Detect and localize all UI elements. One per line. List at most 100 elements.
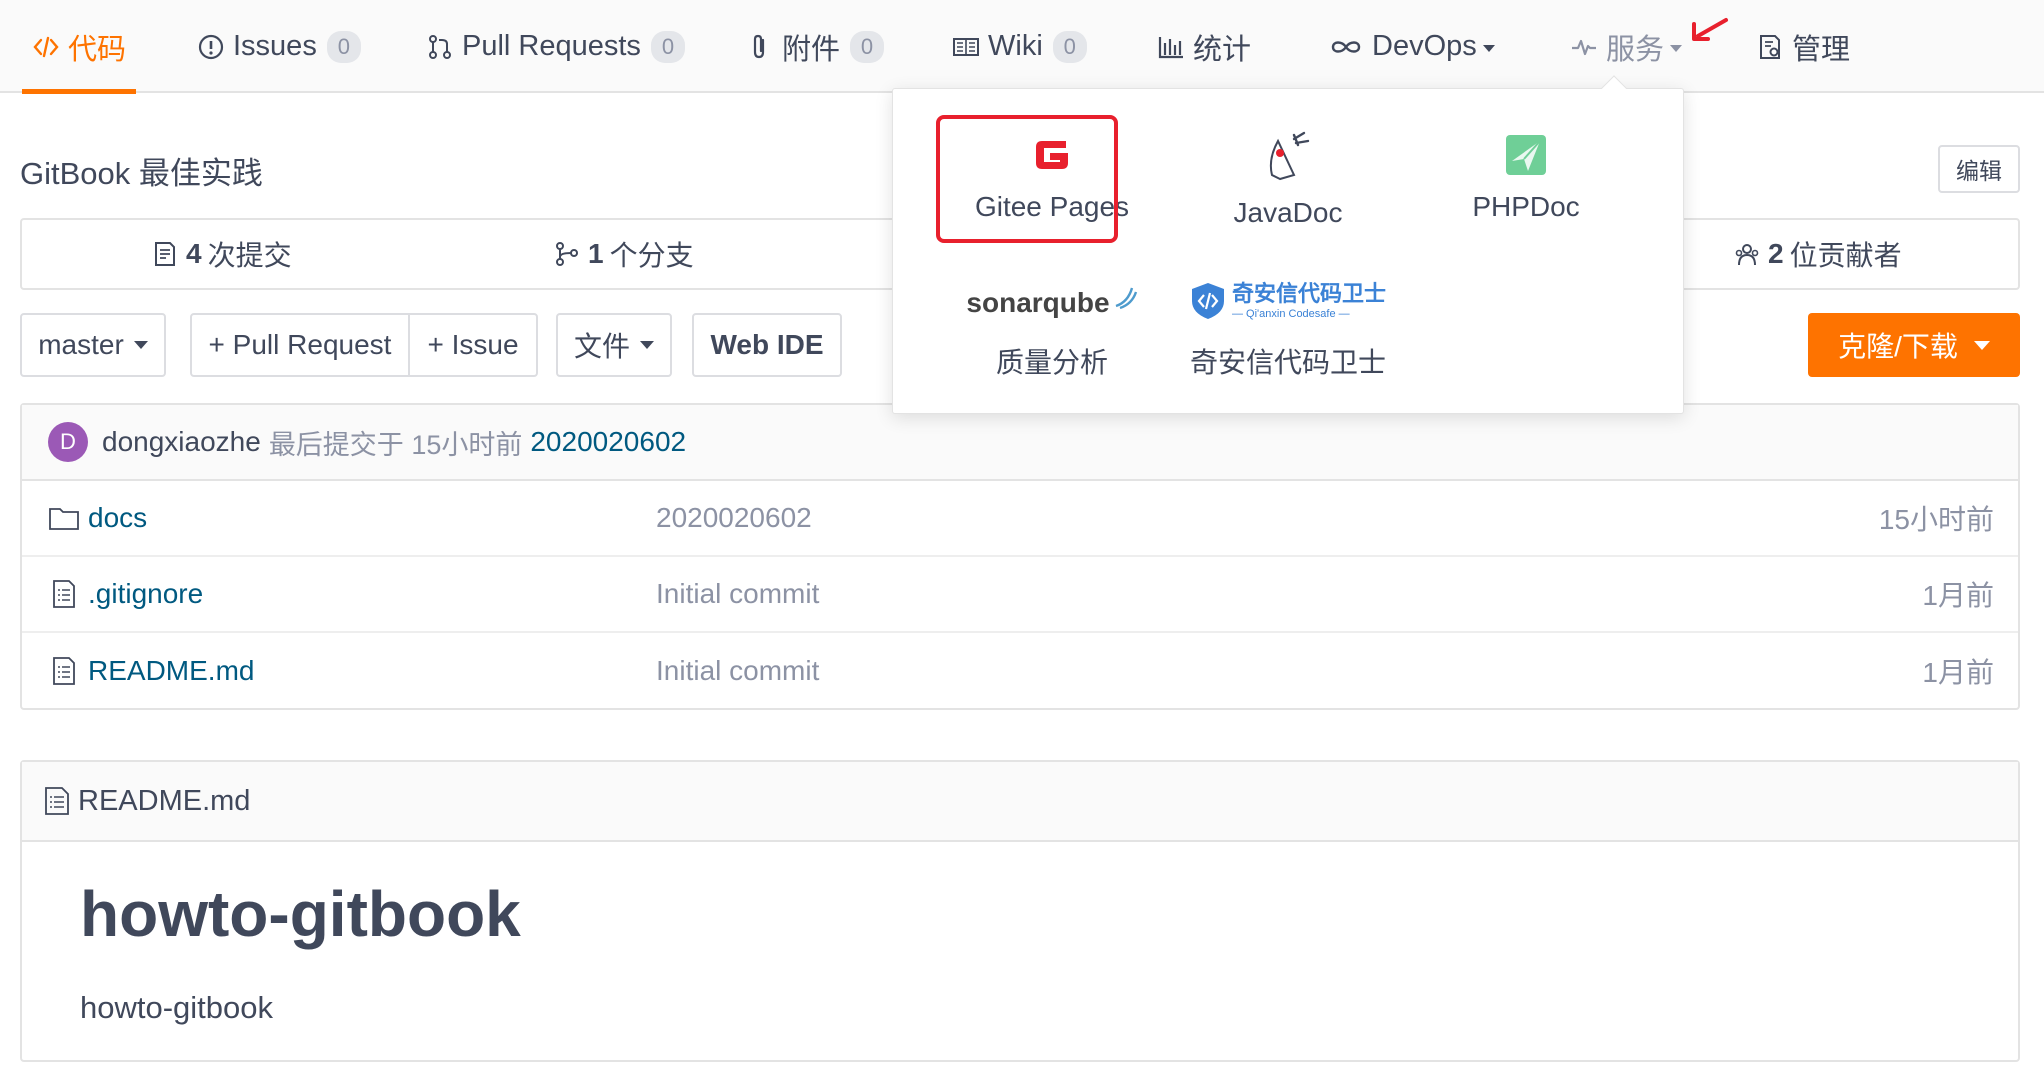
table-row[interactable]: .gitignore Initial commit 1月前 (22, 557, 2018, 633)
tab-services[interactable]: 服务 (1570, 0, 1683, 93)
tab-wiki[interactable]: Wiki 0 (952, 0, 1087, 93)
active-tab-underline (22, 89, 137, 94)
file-name-link[interactable]: README.md (88, 655, 254, 687)
file-menu-button[interactable]: 文件 (556, 313, 672, 377)
book-icon (953, 37, 979, 56)
branches-count: 1 (588, 238, 604, 269)
red-arrow-annotation (1692, 18, 1728, 41)
commits-stat[interactable]: 4 次提交 (152, 220, 292, 288)
commits-count: 4 (186, 238, 202, 269)
code-icon (33, 36, 59, 57)
tab-attachments-label: 附件 (782, 33, 841, 66)
file-commit-message[interactable]: Initial commit (656, 578, 819, 610)
pull-request-icon (429, 34, 451, 59)
branch-icon (556, 242, 578, 266)
repo-description-title: GitBook 最佳实践 (20, 156, 263, 191)
tab-code-label: 代码 (68, 33, 127, 66)
sonarqube-logo-text: sonarqube (966, 287, 1110, 318)
tab-devops[interactable]: DevOps (1328, 0, 1495, 93)
last-commit-bar: D dongxiaozhe 最后提交于 15小时前 2020020602 (22, 405, 2018, 481)
commit-meta: 最后提交于 15小时前 (268, 429, 523, 460)
service-label: 奇安信代码卫士 (1189, 347, 1386, 378)
issue-icon (198, 34, 224, 59)
edit-button[interactable]: 编辑 (1938, 145, 2020, 193)
readme-header: README.md (22, 762, 2018, 842)
file-commit-time: 1月前 (1922, 580, 1994, 611)
contributors-label: 位贡献者 (1789, 240, 1902, 271)
contributors-stat[interactable]: 2 位贡献者 (1734, 220, 1902, 288)
chevron-down-icon (1482, 45, 1495, 52)
service-sonarqube[interactable]: sonarqube 质量分析 (937, 277, 1167, 381)
avatar[interactable]: D (48, 422, 88, 462)
tab-pull-requests[interactable]: Pull Requests 0 (426, 0, 685, 93)
readme-filename: README.md (78, 784, 251, 817)
tab-stats[interactable]: 统计 (1157, 0, 1251, 93)
sonarqube-logo-icon: sonarqube (937, 277, 1167, 329)
shield-icon (1191, 283, 1224, 319)
branch-select[interactable]: master (20, 313, 166, 377)
tab-code[interactable]: 代码 (22, 0, 137, 94)
tab-pull-requests-label: Pull Requests (462, 30, 641, 62)
branches-label: 个分支 (609, 240, 694, 271)
service-label: 质量分析 (995, 347, 1108, 378)
javadoc-duke-logo-icon (1269, 131, 1310, 181)
file-commit-time: 1月前 (1922, 657, 1994, 688)
qianxin-logo-text: 奇安信代码卫士 (1231, 280, 1386, 306)
phpdoc-logo-icon (1506, 135, 1546, 175)
readme-heading: howto-gitbook (80, 878, 521, 950)
file-commit-message[interactable]: Initial commit (656, 655, 819, 687)
tab-devops-label: DevOps (1372, 30, 1477, 62)
people-icon (1735, 244, 1759, 266)
tab-services-label: 服务 (1606, 33, 1665, 66)
service-javadoc[interactable]: JavaDoc (1173, 131, 1403, 229)
service-label: JavaDoc (1233, 197, 1343, 228)
readme-panel: README.md howto-gitbook howto-gitbook (20, 760, 2020, 1062)
highlight-box-annotation (936, 115, 1118, 243)
file-commit-message[interactable]: 2020020602 (656, 502, 812, 534)
chevron-down-icon (640, 341, 654, 349)
pulse-icon (1572, 39, 1596, 55)
folder-icon (49, 508, 79, 530)
file-text-icon (45, 787, 69, 815)
tab-wiki-label: Wiki (988, 30, 1043, 62)
tab-issues-label: Issues (233, 30, 317, 62)
table-row[interactable]: docs 2020020602 15小时前 (22, 481, 2018, 557)
tab-attachments[interactable]: 附件 0 (746, 0, 885, 93)
qianxin-codesafe-logo-icon: 奇安信代码卫士 — Qi'anxin Codesafe — (1173, 273, 1403, 329)
file-text-icon (53, 580, 75, 608)
new-pull-request-button[interactable]: + Pull Request (190, 313, 410, 377)
service-label: PHPDoc (1472, 191, 1580, 222)
service-phpdoc[interactable]: PHPDoc (1411, 131, 1641, 223)
branch-select-label: master (38, 329, 124, 360)
sonar-waves-icon (1115, 287, 1137, 310)
file-text-icon (53, 657, 75, 685)
document-gear-icon (1760, 34, 1780, 59)
infinity-icon (1331, 40, 1361, 53)
paperclip-icon (753, 34, 765, 58)
chevron-down-icon (1973, 340, 1990, 350)
branches-stat[interactable]: 1 个分支 (554, 220, 694, 288)
clone-download-label: 克隆/下载 (1838, 331, 1958, 362)
file-list: D dongxiaozhe 最后提交于 15小时前 2020020602 doc… (20, 403, 2020, 710)
file-name-link[interactable]: .gitignore (88, 578, 203, 610)
tab-manage[interactable]: 管理 (1756, 0, 1850, 93)
qianxin-logo-subtext: — Qi'anxin Codesafe — (1231, 307, 1350, 320)
commits-label: 次提交 (207, 240, 292, 271)
commit-author[interactable]: dongxiaozhe (102, 426, 261, 458)
file-name-link[interactable]: docs (88, 502, 147, 534)
tab-stats-label: 统计 (1193, 33, 1252, 66)
tab-issues[interactable]: Issues 0 (197, 0, 361, 93)
repo-nav-bar: 代码 Issues 0 Pull Requests 0 附件 0 Wiki 0 … (0, 0, 2044, 94)
service-qianxin-codesafe[interactable]: 奇安信代码卫士 — Qi'anxin Codesafe — 奇安信代码卫士 (1173, 273, 1403, 381)
readme-body: howto-gitbook (80, 990, 274, 1025)
wiki-count-badge: 0 (1052, 30, 1087, 63)
new-issue-button[interactable]: + Issue (408, 313, 538, 377)
tab-manage-label: 管理 (1792, 33, 1851, 66)
commit-log-icon (155, 242, 175, 266)
web-ide-button[interactable]: Web IDE (692, 313, 842, 377)
commit-hash-link[interactable]: 2020020602 (530, 426, 686, 458)
pull-requests-count-badge: 0 (650, 30, 685, 63)
attachments-count-badge: 0 (850, 30, 885, 63)
table-row[interactable]: README.md Initial commit 1月前 (22, 633, 2018, 709)
clone-download-button[interactable]: 克隆/下载 (1808, 313, 2020, 377)
